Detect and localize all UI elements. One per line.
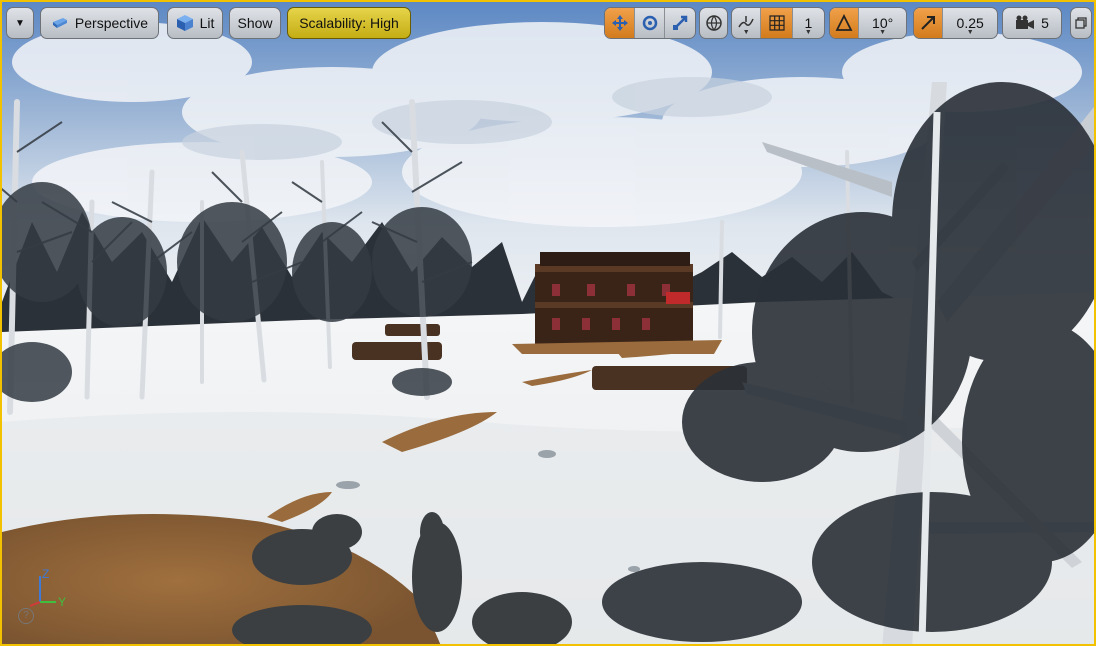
scalability-label: Scalability: High [299, 15, 399, 31]
perspective-label: Perspective [74, 15, 149, 31]
maximize-viewport-button[interactable] [1070, 7, 1092, 39]
axis-z-label: Z [42, 567, 49, 581]
camera-speed-button[interactable]: 5 [1002, 7, 1062, 39]
scale-snap-toggle[interactable] [914, 8, 944, 38]
angle-icon [835, 14, 853, 31]
show-label: Show [237, 15, 273, 31]
camera-speed-value: 5 [1041, 15, 1049, 31]
scene-render[interactable] [2, 2, 1096, 646]
viewport-options-button[interactable]: ▼ [6, 7, 34, 39]
rotation-snap-group: 10° ▼ [829, 7, 907, 39]
grid-snap-value-dropdown[interactable]: 1 ▼ [793, 8, 824, 38]
translate-icon [611, 15, 628, 31]
help-icon[interactable]: ? [18, 608, 34, 624]
scalability-button[interactable]: Scalability: High [287, 7, 411, 39]
scale-arrow-icon [921, 16, 936, 30]
perspective-cube-icon [52, 18, 67, 28]
menu-caret-icon: ▼ [15, 17, 25, 29]
maximize-icon [1075, 17, 1087, 29]
world-icon [705, 15, 722, 32]
wooden-fort [512, 252, 722, 354]
rotation-snap-dropdown[interactable]: 10° ▼ [859, 8, 906, 38]
grid-snap-toggle[interactable] [761, 8, 793, 38]
rotate-tool[interactable] [635, 8, 665, 38]
level-viewport[interactable]: ▼ Perspective Lit Show Scalability: High [0, 0, 1096, 646]
scale-snap-group: 0.25 ▼ [913, 7, 998, 39]
perspective-button[interactable]: Perspective [40, 7, 159, 39]
camera-icon [1016, 15, 1035, 29]
scale-snap-dropdown[interactable]: 0.25 ▼ [943, 8, 997, 38]
view-mode-button[interactable]: Lit [167, 7, 223, 39]
show-button[interactable]: Show [229, 7, 281, 39]
transform-tools [604, 7, 696, 39]
rotate-icon [642, 15, 657, 31]
viewport-toolbar: ▼ Perspective Lit Show Scalability: High [2, 7, 1094, 41]
world-local-toggle[interactable] [699, 7, 728, 39]
grid-snap-group: ▼ 1 ▼ [731, 7, 825, 39]
grid-icon [768, 15, 785, 31]
axis-y-label: Y [58, 595, 66, 609]
lit-cube-icon [176, 15, 193, 31]
scale-icon [672, 15, 688, 30]
rotation-snap-toggle[interactable] [830, 8, 860, 38]
lit-label: Lit [199, 15, 215, 31]
surface-snap-button[interactable]: ▼ [732, 8, 762, 38]
scale-tool[interactable] [665, 8, 695, 38]
translate-tool[interactable] [605, 8, 636, 38]
